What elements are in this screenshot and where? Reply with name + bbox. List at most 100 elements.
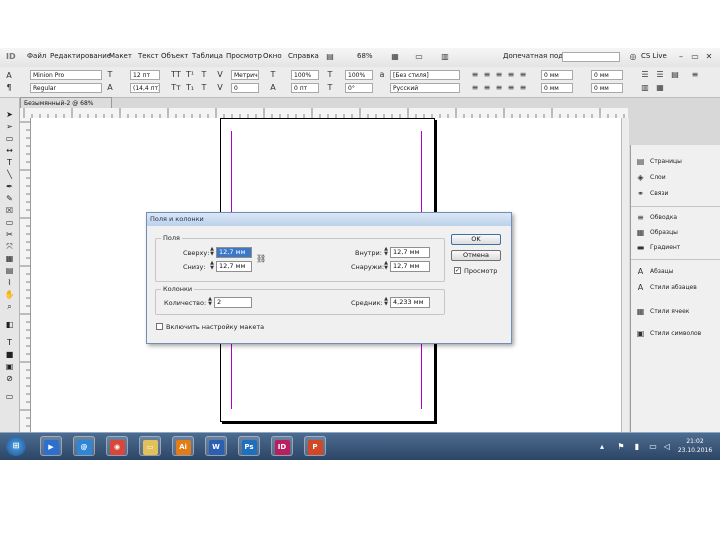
document-tab[interactable]: Безымянный-2 @ 68% — [20, 97, 112, 108]
horizontal-scale-field[interactable]: 100% — [345, 70, 373, 80]
bridge-icon[interactable]: ▤ — [325, 52, 335, 62]
tracking-field[interactable]: 0 — [231, 83, 259, 93]
bottom-field[interactable]: 12,7 мм — [216, 261, 252, 272]
inside-spinner-icon[interactable]: ▲ ▼ — [383, 247, 389, 258]
tray-network-icon[interactable]: ▮ — [632, 442, 642, 452]
apply-gradient-icon[interactable]: ▣ — [4, 362, 15, 371]
vertical-scale-field[interactable]: 100% — [291, 70, 319, 80]
inside-field[interactable]: 12,7 мм — [390, 247, 430, 258]
strikethrough-icon[interactable]: T — [199, 83, 209, 93]
menu-layout[interactable]: Макет — [109, 52, 132, 60]
menu-file[interactable]: Файл — [27, 52, 46, 60]
bullets-icon[interactable]: ☰ — [640, 70, 650, 80]
panel-gradient[interactable]: ▬ Градиент — [631, 241, 720, 255]
small-caps-icon[interactable]: Tт — [171, 83, 181, 93]
adjust-layout-checkbox[interactable] — [156, 323, 163, 330]
drop-cap-icon[interactable]: ▤ — [670, 70, 680, 80]
vertical-scrollbar[interactable] — [621, 118, 629, 436]
panel-cell-styles[interactable]: ▦ Стили ячеек — [631, 305, 720, 319]
menu-type[interactable]: Текст — [138, 52, 159, 60]
clock[interactable]: 21:02 23.10.2016 — [674, 437, 716, 455]
type-tool-icon[interactable]: T — [4, 158, 15, 167]
panel-paragraph-styles[interactable]: A Стили абзацев — [631, 281, 720, 295]
pencil-tool-icon[interactable]: ✎ — [4, 194, 15, 203]
taskbar-app[interactable]: Ai — [172, 436, 194, 456]
leading-field[interactable]: (14,4 пт) — [130, 83, 160, 93]
count-spinner-icon[interactable]: ▲ ▼ — [207, 297, 213, 308]
panel-char-styles[interactable]: ▣ Стили символов — [631, 327, 720, 341]
superscript-icon[interactable]: T¹ — [185, 70, 195, 80]
panel-menu-icon[interactable]: ≡ — [690, 70, 700, 80]
panel-links[interactable]: ⚭ Связи — [631, 187, 720, 201]
baseline-field[interactable]: 0 пт — [291, 83, 319, 93]
scissors-tool-icon[interactable]: ✂ — [4, 230, 15, 239]
line-tool-icon[interactable]: ╲ — [4, 170, 15, 179]
gutter-spinner-icon[interactable]: ▲ ▼ — [383, 297, 389, 308]
rectangle-tool-icon[interactable]: ▭ — [4, 218, 15, 227]
menu-help[interactable]: Справка — [288, 52, 319, 60]
view-options-icon[interactable]: ▦ — [390, 52, 400, 62]
menu-object[interactable]: Объект — [161, 52, 188, 60]
formatting-icon[interactable]: T — [4, 338, 15, 347]
selection-tool-icon[interactable]: ➤ — [4, 110, 15, 119]
bottom-spinner-icon[interactable]: ▲ ▼ — [209, 261, 215, 272]
page-tool-icon[interactable]: ▭ — [4, 134, 15, 143]
panel-swatches[interactable]: ▦ Образцы — [631, 226, 720, 240]
subscript-icon[interactable]: T₁ — [185, 83, 195, 93]
taskbar-app[interactable]: @ — [73, 436, 95, 456]
close-icon[interactable]: ✕ — [704, 52, 714, 62]
chain-link-icon[interactable]: ⛓ — [256, 254, 266, 264]
para-mode-icon[interactable]: ¶ — [4, 83, 14, 93]
cs-live-icon[interactable]: ◎ — [628, 52, 638, 62]
direct-selection-tool-icon[interactable]: ➢ — [4, 122, 15, 131]
align-left-icon[interactable]: ≡ — [470, 70, 480, 80]
taskbar-app[interactable]: ▭ — [139, 436, 161, 456]
baseline-grid-icon[interactable]: ▥ — [640, 83, 650, 93]
top-field[interactable]: 12,7 мм — [216, 247, 252, 258]
frame-tool-icon[interactable]: ☒ — [4, 206, 15, 215]
align-center-icon[interactable]: ≡ — [482, 70, 492, 80]
tray-volume-icon[interactable]: ◁ — [662, 442, 672, 452]
outside-spinner-icon[interactable]: ▲ ▼ — [383, 261, 389, 272]
apply-color-icon[interactable]: ■ — [4, 350, 15, 359]
taskbar-app[interactable]: W — [205, 436, 227, 456]
note-tool-icon[interactable]: ▤ — [4, 266, 15, 275]
taskbar-app[interactable]: ▶ — [40, 436, 62, 456]
align-spine-icon[interactable]: ≡ — [470, 83, 480, 93]
menu-table[interactable]: Таблица — [192, 52, 223, 60]
right-indent-field[interactable]: 0 мм — [591, 70, 623, 80]
search-field[interactable] — [562, 52, 620, 62]
pen-tool-icon[interactable]: ✒ — [4, 182, 15, 191]
preview-checkbox[interactable]: ✓ — [454, 267, 461, 274]
panel-paragraph[interactable]: A Абзацы — [631, 265, 720, 279]
hand-tool-icon[interactable]: ✋ — [4, 290, 15, 299]
char-style-select[interactable]: [Без стиля] — [390, 70, 460, 80]
font-style-select[interactable]: Regular — [30, 83, 102, 93]
align-away-icon[interactable]: ≡ — [482, 83, 492, 93]
gutter-field[interactable]: 4,233 мм — [390, 297, 430, 308]
taskbar-app[interactable]: ◉ — [106, 436, 128, 456]
panel-pages[interactable]: ▤ Страницы — [631, 155, 720, 169]
tray-arrow-icon[interactable]: ▴ — [597, 442, 607, 452]
cs-live[interactable]: CS Live — [641, 52, 667, 60]
skew-field[interactable]: 0° — [345, 83, 373, 93]
panel-stroke[interactable]: ≡ Обводка — [631, 211, 720, 225]
minimize-icon[interactable]: – — [676, 52, 686, 62]
kerning-field[interactable]: Метрич — [231, 70, 259, 80]
gap-tool-icon[interactable]: ↔ — [4, 146, 15, 155]
apply-none-icon[interactable]: ⊘ — [4, 374, 15, 383]
count-field[interactable]: 2 — [214, 297, 252, 308]
tray-keyboard-icon[interactable]: ▭ — [648, 442, 658, 452]
tray-flag-icon[interactable]: ⚑ — [616, 442, 626, 452]
align-right-icon[interactable]: ≡ — [494, 70, 504, 80]
arrange-icon[interactable]: ▥ — [440, 52, 450, 62]
cancel-button[interactable]: Отмена — [451, 250, 501, 261]
screen-mode-icon[interactable]: ▭ — [414, 52, 424, 62]
underline-icon[interactable]: T — [199, 70, 209, 80]
ok-button[interactable]: OK — [451, 234, 501, 245]
zoom-level[interactable]: 68% — [357, 52, 373, 60]
font-family-select[interactable]: Minion Pro — [30, 70, 102, 80]
first-line-indent-field[interactable]: 0 мм — [541, 83, 573, 93]
eyedropper-tool-icon[interactable]: ⌇ — [4, 278, 15, 287]
panel-layers[interactable]: ◈ Слои — [631, 171, 720, 185]
